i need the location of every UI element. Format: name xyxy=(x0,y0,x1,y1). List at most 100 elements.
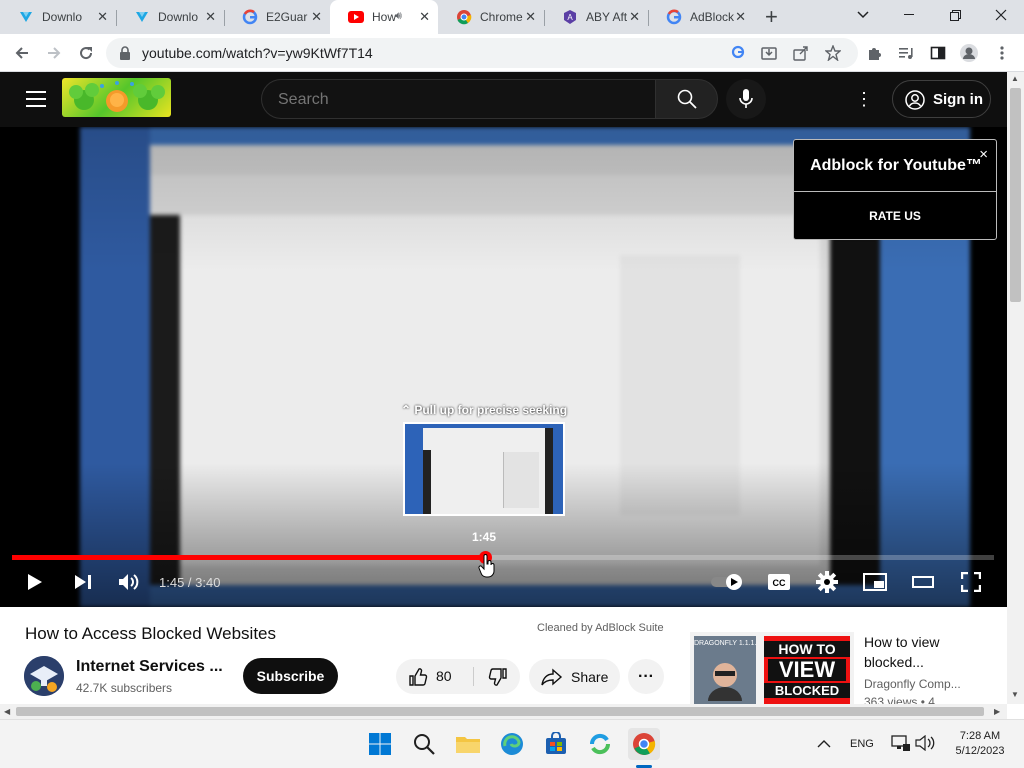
fullscreen-icon xyxy=(961,572,981,592)
settings-button[interactable] xyxy=(814,569,840,595)
speaker-audio-icon: 🔊︎ xyxy=(395,10,402,22)
progress-bar[interactable] xyxy=(12,551,994,564)
recommended-video-thumbnail[interactable]: DRAGONFLY 1.1.1.1 HOW TO VIEW BLOCKED xyxy=(690,632,854,704)
channel-avatar[interactable] xyxy=(24,656,64,696)
scroll-left-arrow-icon[interactable]: ◀ xyxy=(4,707,10,716)
miniplayer-button[interactable] xyxy=(862,569,888,595)
voice-search-button[interactable] xyxy=(726,79,766,119)
time-display: 1:45 / 3:40 xyxy=(159,575,221,590)
close-icon[interactable]: ✕ xyxy=(205,9,216,25)
start-button[interactable] xyxy=(364,728,396,760)
chrome-taskbar-button[interactable] xyxy=(628,728,660,760)
chrome-menu-icon[interactable] xyxy=(989,40,1015,66)
like-button[interactable] xyxy=(396,659,466,694)
video-player[interactable]: Adblock for Youtube™ × RATE US ⌃ Pull up… xyxy=(0,127,1007,607)
google-lens-icon[interactable] xyxy=(731,45,745,62)
input-language[interactable]: ENG xyxy=(850,738,874,750)
skip-next-icon xyxy=(75,575,91,589)
reload-button[interactable] xyxy=(73,40,99,66)
address-bar[interactable]: youtube.com/watch?v=yw9KtWf7T14 xyxy=(106,38,858,68)
volume-icon[interactable] xyxy=(915,734,935,756)
scroll-right-arrow-icon[interactable]: ▶ xyxy=(994,707,1000,716)
fullscreen-button[interactable] xyxy=(958,569,984,595)
forward-button[interactable] xyxy=(41,40,67,66)
tab-adblock[interactable]: AdBlock ✕ xyxy=(648,0,754,34)
vertical-scroll-thumb[interactable] xyxy=(1010,88,1021,302)
rate-us-button[interactable]: RATE US xyxy=(794,209,996,223)
autoplay-toggle[interactable] xyxy=(710,569,746,595)
dislike-button[interactable] xyxy=(478,659,518,694)
tab-search-chevron-icon[interactable] xyxy=(840,0,886,30)
thumbs-down-icon xyxy=(488,667,507,686)
side-panel-icon[interactable] xyxy=(925,40,951,66)
close-icon[interactable]: ✕ xyxy=(629,9,640,25)
mute-button[interactable] xyxy=(116,569,142,595)
theater-mode-button[interactable] xyxy=(910,569,936,595)
horizontal-scroll-thumb[interactable] xyxy=(16,707,984,716)
thumbs-up-icon xyxy=(409,667,428,686)
close-icon[interactable]: × xyxy=(979,146,988,163)
recommended-video-title[interactable]: How to view blocked... xyxy=(864,632,994,672)
next-button[interactable] xyxy=(70,569,96,595)
profile-avatar-icon[interactable] xyxy=(956,40,982,66)
settings-menu-icon[interactable]: ⋮ xyxy=(852,87,876,111)
close-icon[interactable]: ✕ xyxy=(97,9,108,25)
tab-download-2[interactable]: Downlo ✕ xyxy=(116,0,224,34)
pinned-app-button[interactable] xyxy=(584,728,616,760)
install-app-icon[interactable] xyxy=(761,45,777,64)
restore-button[interactable] xyxy=(932,0,978,30)
channel-name[interactable]: Internet Services ... xyxy=(76,658,223,676)
search-button[interactable] xyxy=(655,79,718,119)
minimize-button[interactable] xyxy=(886,0,932,30)
hamburger-menu-icon[interactable] xyxy=(26,91,46,107)
gear-icon xyxy=(816,571,838,593)
lock-icon[interactable] xyxy=(119,45,131,61)
bookmark-star-icon[interactable] xyxy=(824,44,842,64)
progress-played xyxy=(12,555,485,560)
system-clock[interactable]: 7:28 AM 5/12/2023 xyxy=(945,729,1015,759)
subtitles-button[interactable]: CC xyxy=(766,569,792,595)
new-tab-button[interactable]: + xyxy=(765,4,778,30)
edge-browser-button[interactable] xyxy=(496,728,528,760)
scroll-up-arrow-icon[interactable]: ▲ xyxy=(1011,74,1019,83)
scroll-down-arrow-icon[interactable]: ▼ xyxy=(1011,690,1019,699)
horizontal-scrollbar[interactable]: ◀ ▶ xyxy=(0,704,1007,719)
url-text[interactable]: youtube.com/watch?v=yw9KtWf7T14 xyxy=(142,45,373,61)
recommended-channel-name[interactable]: Dragonfly Comp... xyxy=(864,677,961,691)
share-page-icon[interactable] xyxy=(793,45,809,64)
back-button[interactable] xyxy=(9,40,35,66)
file-explorer-button[interactable] xyxy=(452,728,484,760)
media-control-icon[interactable] xyxy=(893,40,919,66)
search-box[interactable] xyxy=(261,79,655,119)
close-icon[interactable]: ✕ xyxy=(311,9,322,25)
site-logo[interactable] xyxy=(62,78,171,117)
show-hidden-icons-chevron-icon[interactable] xyxy=(817,736,831,754)
tab-youtube-active[interactable]: How 🔊︎ ✕ xyxy=(330,0,438,34)
play-icon xyxy=(28,574,42,590)
network-icon[interactable] xyxy=(891,734,911,757)
taskbar-search-button[interactable] xyxy=(408,728,440,760)
tab-aby[interactable]: A ABY Aft ✕ xyxy=(544,0,648,34)
like-count: 80 xyxy=(436,668,452,684)
vertical-scrollbar[interactable]: ▲ ▼ xyxy=(1007,72,1024,704)
play-button[interactable] xyxy=(22,569,48,595)
browser-toolbar: youtube.com/watch?v=yw9KtWf7T14 xyxy=(0,34,1024,72)
share-button[interactable]: Share xyxy=(529,659,620,694)
sign-in-button[interactable]: Sign in xyxy=(892,80,991,118)
store-button[interactable] xyxy=(540,728,572,760)
close-icon[interactable]: ✕ xyxy=(525,9,536,25)
tab-chrome[interactable]: Chrome ✕ xyxy=(438,0,544,34)
subscribe-button[interactable]: Subscribe xyxy=(243,658,338,694)
more-actions-button[interactable]: ··· xyxy=(628,659,664,694)
tab-e2guardian[interactable]: E2Guar ✕ xyxy=(224,0,330,34)
search-input[interactable] xyxy=(278,89,638,111)
close-icon[interactable]: ✕ xyxy=(735,9,746,25)
close-window-button[interactable] xyxy=(978,0,1024,30)
theater-mode-icon xyxy=(912,576,934,588)
youtube-icon xyxy=(348,9,364,25)
tab-download-1[interactable]: Downlo ✕ xyxy=(0,0,116,34)
double-chevron-up-icon: ⌃ xyxy=(400,403,411,417)
close-icon[interactable]: ✕ xyxy=(419,9,430,25)
extensions-puzzle-icon[interactable] xyxy=(861,40,887,66)
search-icon xyxy=(414,734,435,755)
